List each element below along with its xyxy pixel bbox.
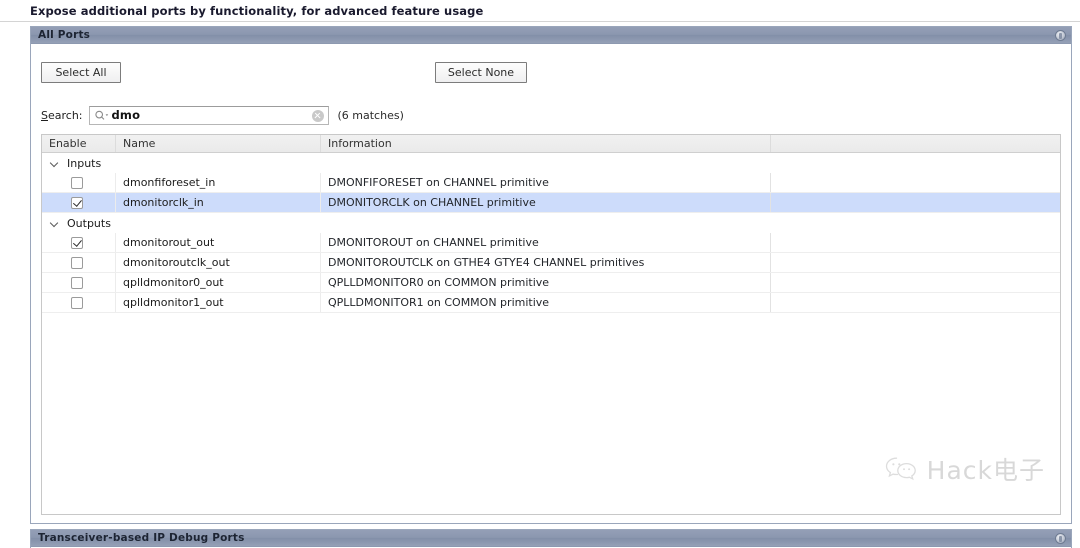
column-header-name[interactable]: Name [116,135,321,152]
port-information-cell: QPLLDMONITOR0 on COMMON primitive [321,273,771,292]
table-body: Inputs dmonfiforeset_in DMONFIFORESET on C… [42,153,1060,313]
table-row[interactable]: dmonitorclk_in DMONITORCLK on CHANNEL pri… [42,193,1060,213]
chevron-down-icon[interactable] [50,158,60,168]
enable-cell [42,233,116,252]
port-information-cell: DMONFIFORESET on CHANNEL primitive [321,173,771,192]
search-input-value: dmo [111,108,141,122]
clear-icon[interactable] [311,109,324,122]
search-icon[interactable] [94,108,110,122]
blank-cell [771,233,1060,252]
enable-checkbox[interactable] [70,196,83,209]
table-group-cell: Inputs [42,153,1060,173]
port-information-cell: DMONITOROUT on CHANNEL primitive [321,233,771,252]
search-row: Search: dmo (6 matches) [41,105,404,125]
table-row[interactable]: dmonitoroutclk_out DMONITOROUTCLK on GTHE… [42,253,1060,273]
page-title: Expose additional ports by functionality… [30,4,484,18]
enable-cell [42,253,116,272]
search-match-count: (6 matches) [337,108,404,122]
table-group-row[interactable]: Outputs [42,213,1060,233]
column-header-blank[interactable] [771,135,1060,152]
blank-cell [771,253,1060,272]
table-header-row: Enable Name Information [42,135,1060,153]
select-all-button[interactable]: Select All [41,62,121,83]
port-information-cell: DMONITOROUTCLK on GTHE4 GTYE4 CHANNEL pr… [321,253,771,272]
heading-divider [0,21,1080,22]
all-ports-body: Select All Select None Search: dmo (6 ma… [31,44,1071,523]
port-name-cell: dmonfiforeset_in [116,173,321,192]
table-row[interactable]: dmonitorout_out DMONITOROUT on CHANNEL pr… [42,233,1060,253]
search-label-rest: earch: [47,108,83,122]
ports-table: Enable Name Information Inputs dmonfifore… [41,134,1061,515]
table-row[interactable]: qplldmonitor1_out QPLLDMONITOR1 on COMMON… [42,293,1060,313]
port-name-cell: dmonitorout_out [116,233,321,252]
table-group-label: Inputs [67,156,102,170]
table-row[interactable]: qplldmonitor0_out QPLLDMONITOR0 on COMMON… [42,273,1060,293]
port-information-cell: DMONITORCLK on CHANNEL primitive [321,193,771,212]
blank-cell [771,293,1060,312]
debug-ports-titlebar[interactable]: Transceiver-based IP Debug Ports [31,530,1071,547]
enable-checkbox[interactable] [70,276,83,289]
search-input[interactable]: dmo [88,105,329,125]
blank-cell [771,173,1060,192]
search-label-mnemonic: S [41,108,48,122]
port-name-cell: qplldmonitor0_out [116,273,321,292]
table-group-cell: Outputs [42,213,1060,233]
all-ports-title: All Ports [38,29,91,41]
search-label: Search: [41,109,83,122]
port-name-cell: qplldmonitor1_out [116,293,321,312]
blank-cell [771,273,1060,292]
table-group-label: Outputs [67,216,111,230]
enable-checkbox[interactable] [70,256,83,269]
debug-ports-title: Transceiver-based IP Debug Ports [38,532,245,544]
table-group-row[interactable]: Inputs [42,153,1060,173]
port-information-cell: QPLLDMONITOR1 on COMMON primitive [321,293,771,312]
port-name-cell: dmonitorclk_in [116,193,321,212]
column-header-enable[interactable]: Enable [42,135,116,152]
port-name-cell: dmonitoroutclk_out [116,253,321,272]
enable-cell [42,293,116,312]
enable-checkbox[interactable] [70,176,83,189]
help-icon[interactable] [1055,533,1066,544]
enable-checkbox[interactable] [70,296,83,309]
column-header-information[interactable]: Information [321,135,771,152]
table-row[interactable]: dmonfiforeset_in DMONFIFORESET on CHANNEL… [42,173,1060,193]
all-ports-panel: All Ports Select All Select None Search: [30,26,1072,524]
screen: Expose additional ports by functionality… [0,0,1080,548]
enable-cell [42,193,116,212]
all-ports-titlebar: All Ports [31,27,1071,44]
blank-cell [771,193,1060,212]
enable-checkbox[interactable] [70,236,83,249]
help-icon[interactable] [1055,30,1066,41]
debug-ports-panel: Transceiver-based IP Debug Ports [30,529,1072,548]
select-none-button[interactable]: Select None [435,62,527,83]
enable-cell [42,173,116,192]
enable-cell [42,273,116,292]
chevron-down-icon[interactable] [50,218,60,228]
